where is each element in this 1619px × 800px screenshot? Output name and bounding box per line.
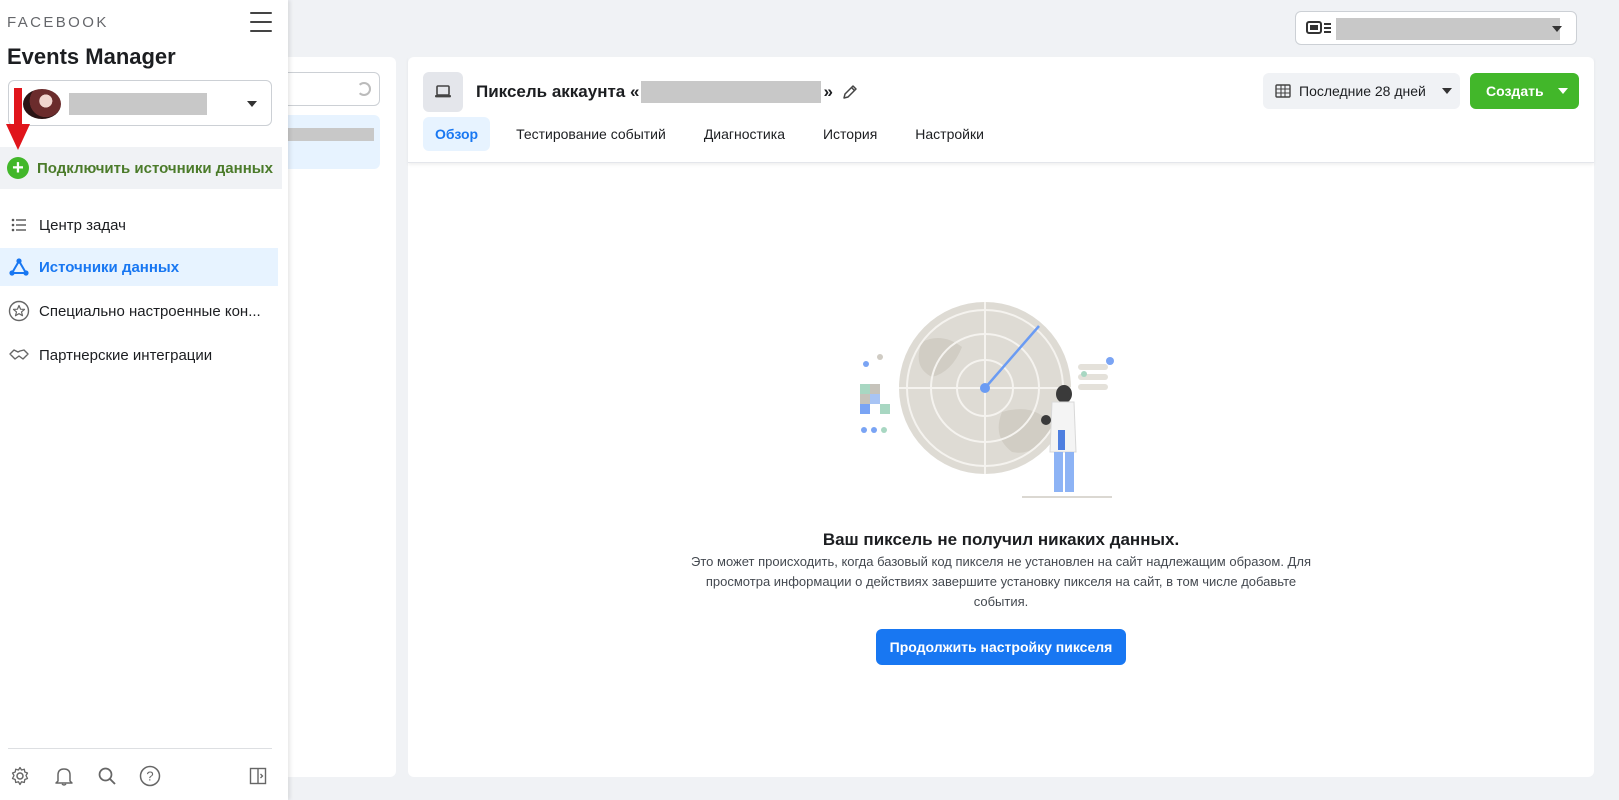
sidebar-item-label: Партнерские интеграции xyxy=(39,346,213,364)
tab-test-events[interactable]: Тестирование событий xyxy=(504,117,678,151)
sidebar-item-custom-conversions[interactable]: Специально настроенные кон... xyxy=(0,292,278,330)
business-icon xyxy=(1306,21,1331,34)
pixel-overview-card: Пиксель аккаунта « » Последние 28 дней С… xyxy=(408,57,1594,777)
sidebar-item-data-sources[interactable]: Источники данных xyxy=(0,248,278,286)
connect-data-sources-button[interactable]: + Подключить источники данных xyxy=(0,147,282,189)
date-range-button[interactable]: Последние 28 дней xyxy=(1263,73,1460,109)
search-icon[interactable] xyxy=(95,764,119,788)
chevron-down-icon xyxy=(1441,88,1452,94)
plus-icon: + xyxy=(7,157,29,179)
empty-state-description: Это может происходить, когда базовый код… xyxy=(691,554,1311,609)
create-button[interactable]: Создать xyxy=(1470,73,1579,109)
ad-account-name-redacted xyxy=(69,93,207,115)
pixel-list-item-name-redacted xyxy=(288,128,374,141)
collapse-panel-icon[interactable] xyxy=(246,764,270,788)
chevron-down-icon xyxy=(247,101,257,107)
tab-overview[interactable]: Обзор xyxy=(423,117,491,151)
tab-settings[interactable]: Настройки xyxy=(903,117,996,151)
pixel-search-input[interactable] xyxy=(280,72,380,106)
handshake-icon xyxy=(7,343,31,367)
pencil-icon[interactable] xyxy=(841,83,859,101)
pixel-header: Пиксель аккаунта « » Последние 28 дней С… xyxy=(408,57,1594,163)
page-title-prefix: Пиксель аккаунта « xyxy=(476,82,640,101)
ad-account-select[interactable] xyxy=(8,80,272,126)
page-title: Пиксель аккаунта « » xyxy=(476,81,859,103)
sidebar-item-partner-integrations[interactable]: Партнерские интеграции xyxy=(0,336,278,374)
chevron-down-icon xyxy=(1557,88,1568,94)
settings-icon[interactable] xyxy=(8,764,32,788)
pixel-icon xyxy=(423,72,463,112)
connect-data-sources-label: Подключить источники данных xyxy=(37,159,273,177)
star-badge-icon xyxy=(7,299,31,323)
app-title: Events Manager xyxy=(7,44,176,69)
date-range-label: Последние 28 дней xyxy=(1299,83,1426,99)
continue-setup-button[interactable]: Продолжить настройку пикселя xyxy=(876,629,1126,665)
empty-state-illustration xyxy=(860,302,1114,498)
menu-icon[interactable] xyxy=(250,12,272,32)
facebook-brand: FACEBOOK xyxy=(7,14,109,31)
calendar-icon xyxy=(1275,84,1291,98)
pixel-list-item[interactable] xyxy=(278,115,380,169)
help-icon[interactable]: ? xyxy=(138,764,162,788)
list-icon xyxy=(7,213,31,237)
sidebar-divider xyxy=(8,748,272,749)
sidebar-item-label: Источники данных xyxy=(39,258,180,276)
sidebar-item-task-center[interactable]: Центр задач xyxy=(0,206,278,244)
tab-bar: Обзор Тестирование событий Диагностика И… xyxy=(423,117,1010,153)
page-title-suffix: » xyxy=(823,82,833,101)
create-button-label: Создать xyxy=(1486,83,1544,99)
tab-history[interactable]: История xyxy=(811,117,889,151)
tab-diagnostics[interactable]: Диагностика xyxy=(692,117,797,151)
pixel-name-redacted xyxy=(641,81,822,103)
sidebar: FACEBOOK Events Manager + Подключить ист… xyxy=(0,0,288,800)
business-account-select[interactable] xyxy=(1295,11,1577,45)
empty-state-title: Ваш пиксель не получил никаких данных. xyxy=(822,530,1180,549)
sidebar-item-label: Специально настроенные кон... xyxy=(39,302,261,320)
sidebar-item-label: Центр задач xyxy=(39,216,126,234)
business-account-name-redacted xyxy=(1336,18,1560,40)
bell-icon[interactable] xyxy=(52,764,76,788)
chevron-down-icon xyxy=(1552,26,1562,32)
search-icon xyxy=(357,82,371,96)
red-arrow-annotation xyxy=(6,88,30,150)
svg-text:?: ? xyxy=(146,769,153,784)
data-sources-icon xyxy=(7,255,31,279)
events-manager-app: Пиксель аккаунта « » Последние 28 дней С… xyxy=(0,0,1619,800)
